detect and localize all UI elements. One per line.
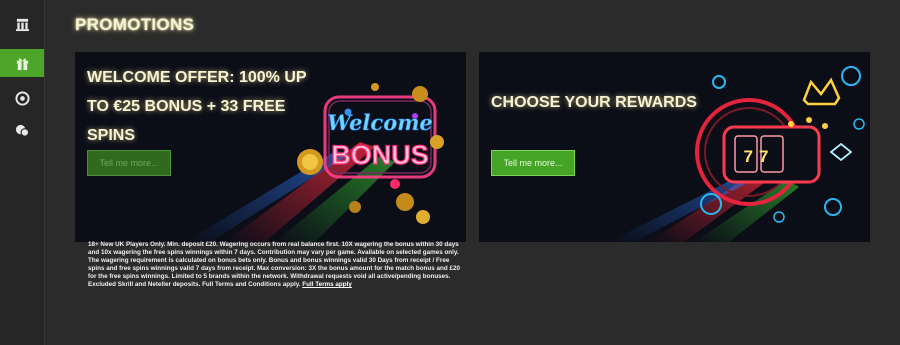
sidebar-item-live[interactable] (0, 84, 44, 112)
welcome-art-text: Welcome (327, 110, 433, 135)
slot-reel-text: 77 (744, 147, 775, 166)
tell-me-more-button[interactable]: Tell me more... (87, 150, 171, 176)
tell-me-more-button[interactable]: Tell me more... (491, 150, 575, 176)
promo-card-choose-rewards[interactable]: 77 CHOOSE YOUR REWARDS Tell me more... (479, 52, 870, 242)
promo-card-welcome-offer[interactable]: Welcome BONUS WELCOME OFFER: 100% UP TO … (75, 52, 466, 242)
bonus-art-text: BONUS (331, 140, 429, 170)
sidebar (0, 0, 45, 345)
casino-icon (15, 18, 29, 31)
promo-title: WELCOME OFFER: 100% UP TO €25 BONUS + 33… (87, 69, 307, 144)
main-content: PROMOTIONS Welcome BONUS WELCOME OFFER: … (45, 0, 900, 345)
promo-title: CHOOSE YOUR REWARDS (491, 94, 697, 111)
terms-text: 18+ New UK Players Only. Min. deposit £2… (88, 241, 460, 289)
sidebar-item-promotions[interactable] (0, 49, 44, 77)
chip-icon (14, 90, 30, 106)
page-title: PROMOTIONS (75, 15, 195, 34)
gift-icon (16, 58, 28, 70)
terms-and-conditions: 18+ New UK Players Only. Min. deposit £2… (88, 241, 466, 290)
choose-rewards-banner-art: 77 (609, 66, 865, 242)
chat-icon (15, 124, 29, 137)
full-terms-link[interactable]: Full Terms apply (302, 281, 352, 288)
sidebar-item-support[interactable] (0, 116, 44, 144)
sidebar-item-casino[interactable] (0, 10, 44, 38)
